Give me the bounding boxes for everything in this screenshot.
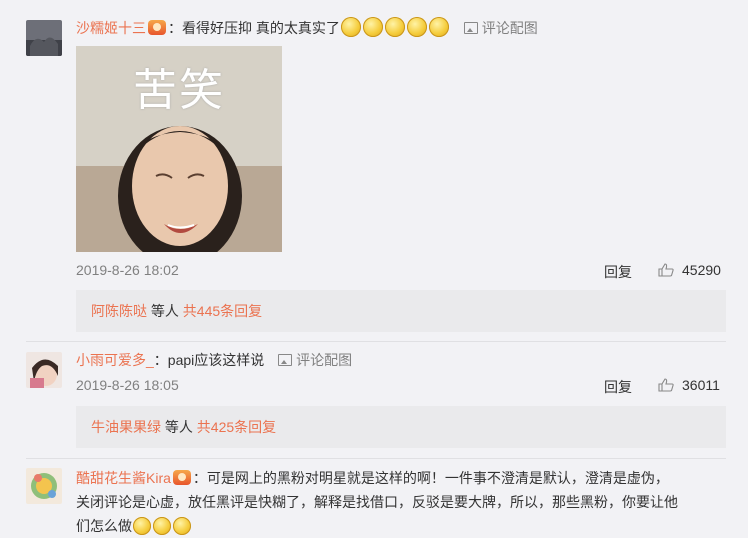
comment-image[interactable]: 苦笑 [76,46,282,252]
sub-reply-user[interactable]: 阿陈陈哒 [91,303,147,319]
picture-icon [463,22,478,34]
like-button[interactable]: 45290 [658,262,721,278]
like-count: 36011 [682,377,720,393]
username[interactable]: 酷甜花生酱Kira [76,470,171,486]
divider [26,458,726,459]
comment-text: ：看得好压抑 真的太真实了 [168,20,340,36]
comment-line: 沙糯姬十三 ：看得好压抑 真的太真实了 评论配图 [76,17,538,38]
vip-badge-icon [148,20,166,35]
doge-emoji-icon [173,517,191,535]
thumbs-up-icon [658,378,674,392]
like-button[interactable]: 36011 [658,377,720,393]
sub-reply-count[interactable]: 共445条回复 [183,303,262,319]
reply-button[interactable]: 回复 [604,377,632,397]
doge-emoji-icon [406,17,427,37]
doge-emoji-icon [153,517,171,535]
comment-text: ：papi应该这样说 [153,352,265,368]
comment-image-label: 评论配图 [296,352,353,368]
comment-text-line: 关闭评论是心虚，放任黑评是快糊了，解释是找借口，反驳是要大牌，所以，那些黑粉，你… [76,494,678,510]
divider [26,341,726,342]
comment-image-button[interactable]: 评论配图 [278,352,352,368]
doge-emoji-icon [362,17,383,37]
sub-reply-text: 等人 [161,419,197,435]
timestamp: 2019-8-26 18:05 [76,377,179,393]
doge-emoji-icon [384,17,405,37]
comment-line: 小雨可爱多_：papi应该这样说 评论配图 [76,350,352,370]
picture-icon [278,354,293,366]
comment-image-label: 评论配图 [481,20,538,36]
sub-reply-summary[interactable]: 阿陈陈哒 等人 共445条回复 [76,290,726,332]
comment-text-line: ：可是网上的黑粉对明星就是这样的啊！一件事不澄清是默认，澄清是虚伪， [192,470,669,486]
doge-emoji-icon [133,517,151,535]
avatar[interactable] [26,20,62,56]
sub-reply-summary[interactable]: 牛油果果绿 等人 共425条回复 [76,406,726,448]
like-count: 45290 [682,262,721,278]
image-caption: 苦笑 [133,65,225,116]
username[interactable]: 小雨可爱多_ [76,352,154,368]
comment-body: 酷甜花生酱Kira ：可是网上的黑粉对明星就是这样的啊！一件事不澄清是默认，澄清是… [76,466,726,538]
username[interactable]: 沙糯姬十三 [76,20,146,36]
sub-reply-user[interactable]: 牛油果果绿 [91,419,161,435]
doge-emoji-icon [428,17,449,37]
doge-emoji-icon [340,17,361,37]
sub-reply-count[interactable]: 共425条回复 [197,419,276,435]
avatar[interactable] [26,468,62,504]
avatar[interactable] [26,352,62,388]
thumbs-up-icon [658,263,674,277]
reply-button[interactable]: 回复 [604,262,632,282]
sub-reply-text: 等人 [147,303,183,319]
comment-image-button[interactable]: 评论配图 [463,20,538,36]
timestamp: 2019-8-26 18:02 [76,262,179,278]
vip-badge-icon [172,470,191,485]
